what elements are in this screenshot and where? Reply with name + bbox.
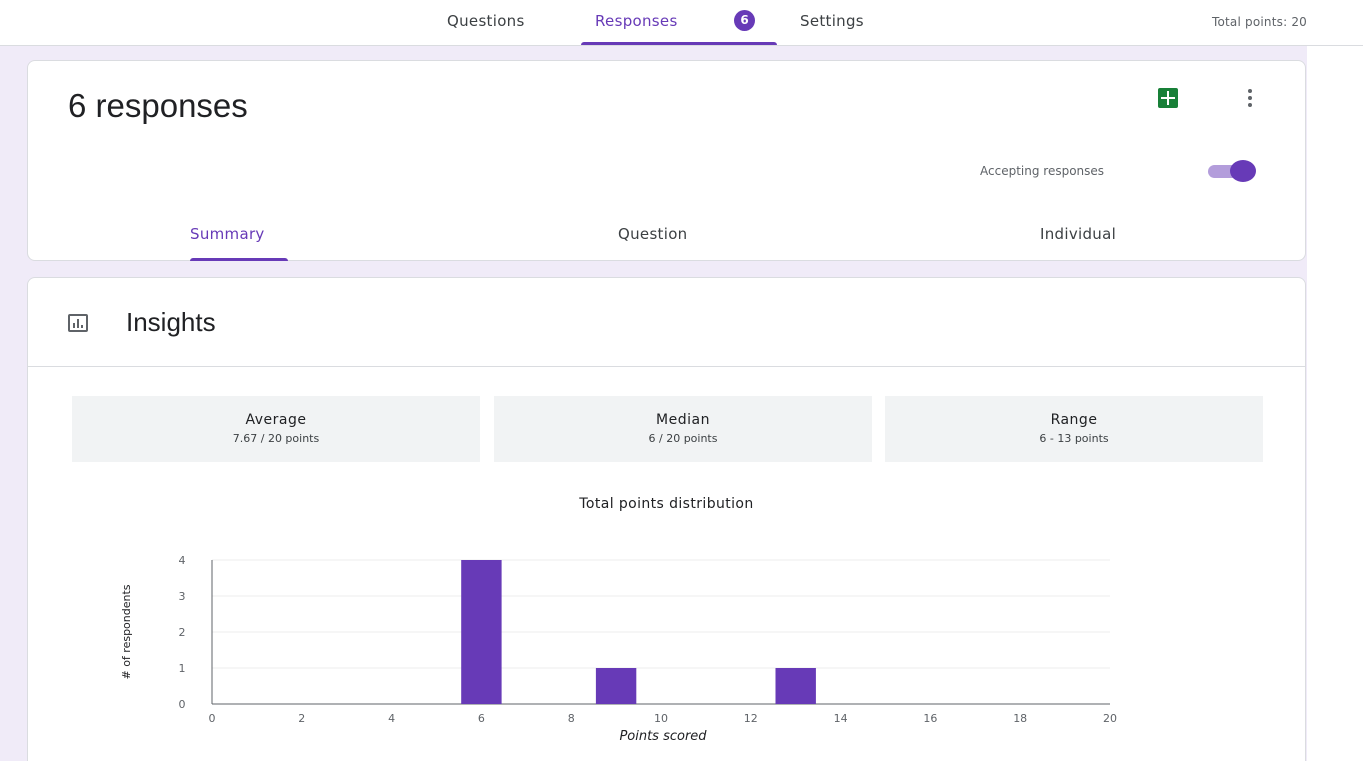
x-tick-label: 6 [478,712,485,725]
accepting-responses-toggle[interactable] [1204,160,1262,182]
x-tick-label: 18 [1013,712,1027,725]
responses-count-title: 6 responses [68,87,248,124]
x-tick-label: 10 [654,712,668,725]
histogram-bar [595,668,637,704]
top-nav-bar: Questions Responses 6 Settings Total poi… [0,0,1363,46]
more-options-icon[interactable] [1238,87,1262,111]
x-tick-label: 14 [834,712,848,725]
active-tab-indicator [581,42,777,45]
toggle-knob [1230,160,1256,182]
responses-count-badge: 6 [734,10,755,31]
x-tick-label: 4 [388,712,395,725]
y-tick-label: 1 [179,662,186,675]
y-tick-label: 4 [179,554,186,567]
x-tick-label: 12 [744,712,758,725]
active-subtab-indicator [190,258,288,261]
x-tick-label: 20 [1103,712,1117,725]
y-tick-label: 3 [179,590,186,603]
x-axis-label: Points scored [619,729,707,744]
subtab-individual[interactable]: Individual [1040,225,1116,243]
tab-responses[interactable]: Responses [595,12,678,46]
x-tick-label: 8 [568,712,575,725]
accepting-responses-label: Accepting responses [980,164,1105,178]
y-tick-label: 2 [179,626,186,639]
google-sheets-icon[interactable] [1158,88,1178,108]
right-gutter [1307,46,1363,761]
tab-questions[interactable]: Questions [447,12,525,46]
histogram-bar [461,560,502,704]
tab-settings[interactable]: Settings [800,12,864,46]
subtab-question[interactable]: Question [618,225,688,243]
histogram-bar [775,668,816,704]
y-tick-label: 0 [179,698,186,711]
y-axis-label: # of respondents [120,584,133,679]
responses-card: 6 responses Accepting responses Summary … [27,60,1306,261]
x-tick-label: 2 [298,712,305,725]
insights-card: Insights Average 7.67 / 20 points Median… [27,277,1306,761]
x-tick-label: 0 [209,712,216,725]
x-tick-label: 16 [923,712,937,725]
points-distribution-chart: 012340 2 4 6 8 10 12 14 16 18 20Points scored# of … [120,554,1117,744]
subtab-summary[interactable]: Summary [190,225,265,243]
total-points-label: Total points: 20 [1211,15,1307,29]
